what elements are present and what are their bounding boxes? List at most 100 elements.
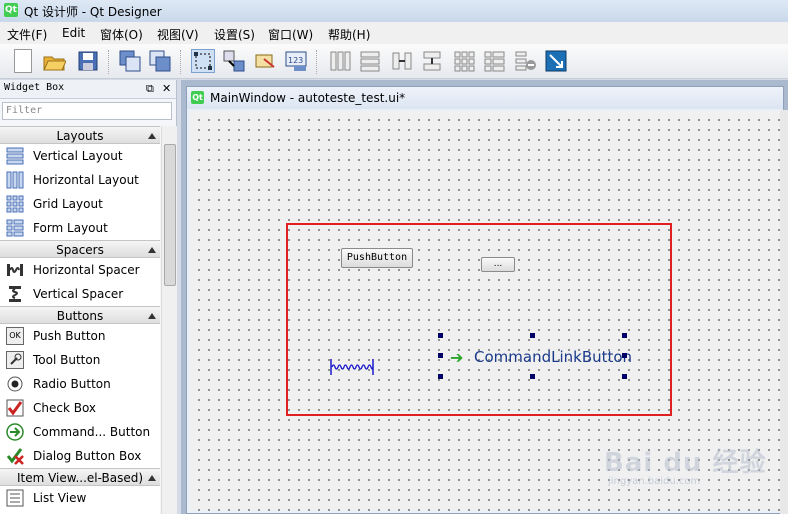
- collapse-icon: [148, 475, 156, 481]
- push-button-icon: OK: [6, 327, 24, 345]
- category-layouts[interactable]: Layouts: [0, 126, 160, 144]
- toolbar-separator: [316, 50, 319, 74]
- toolbar-separator: [108, 50, 111, 74]
- widget-box-title: Widget Box: [4, 82, 65, 93]
- watermark-logo: Bai du 经验: [604, 448, 767, 478]
- list-item[interactable]: Form Layout: [0, 216, 160, 240]
- break-layout-icon[interactable]: [514, 49, 538, 73]
- send-to-back-icon[interactable]: [118, 49, 142, 73]
- new-file-icon[interactable]: [14, 49, 32, 73]
- list-item-label: Check Box: [33, 401, 97, 415]
- collapse-icon: [148, 247, 156, 253]
- edit-buddies-icon[interactable]: [254, 49, 278, 73]
- horizontal-spacer-icon: [6, 261, 24, 279]
- list-item[interactable]: List View: [0, 486, 160, 510]
- toolbar-separator: [180, 50, 183, 74]
- menu-view[interactable]: 视图(V): [157, 26, 199, 43]
- lay-out-horizontally-splitter-icon[interactable]: [390, 49, 414, 73]
- list-item[interactable]: Horizontal Spacer: [0, 258, 160, 282]
- category-buttons[interactable]: Buttons: [0, 306, 160, 324]
- list-view-icon: [6, 489, 24, 507]
- menu-file[interactable]: 文件(F): [7, 26, 47, 43]
- widget-box-header: Widget Box ⧉ ✕: [0, 80, 176, 99]
- main-toolbar: 123: [0, 44, 788, 79]
- svg-text:123: 123: [288, 56, 303, 65]
- list-item[interactable]: Dialog Button Box: [0, 444, 160, 468]
- lay-out-grid-icon[interactable]: [452, 49, 476, 73]
- save-icon[interactable]: [76, 49, 100, 73]
- dialog-button-box-icon: [6, 447, 24, 465]
- category-label: Layouts: [56, 129, 104, 143]
- list-item-label: Horizontal Spacer: [33, 263, 140, 277]
- list-item[interactable]: OK Push Button: [0, 324, 160, 348]
- vertical-spacer-icon: [6, 285, 24, 303]
- subwindow-title-bar: Qt MainWindow - autoteste_test.ui*: [187, 87, 783, 109]
- lay-out-vertically-icon[interactable]: [358, 49, 382, 73]
- filter-input[interactable]: Filter: [2, 102, 172, 120]
- radio-button-icon: [6, 375, 24, 393]
- category-spacers[interactable]: Spacers: [0, 240, 160, 258]
- list-item-label: Grid Layout: [33, 197, 103, 211]
- scrollbar-thumb[interactable]: [164, 144, 176, 286]
- list-item[interactable]: Radio Button: [0, 372, 160, 396]
- edit-tab-order-icon[interactable]: 123: [284, 49, 308, 73]
- list-item[interactable]: Vertical Layout: [0, 144, 160, 168]
- horizontal-layout-icon: [6, 171, 24, 189]
- watermark-url: jingyan.baidu.com: [608, 476, 701, 487]
- lay-out-vertically-splitter-icon[interactable]: [420, 49, 444, 73]
- collapse-icon: [148, 133, 156, 139]
- list-item[interactable]: Horizontal Layout: [0, 168, 160, 192]
- menu-edit[interactable]: Edit: [62, 26, 85, 40]
- command-link-button-icon: [6, 423, 24, 441]
- list-item-label: Dialog Button Box: [33, 449, 142, 463]
- category-label: Item View...el-Based): [16, 471, 144, 485]
- list-item-label: Radio Button: [33, 377, 111, 391]
- lay-out-horizontally-icon[interactable]: [328, 49, 352, 73]
- list-item[interactable]: Vertical Spacer: [0, 282, 160, 306]
- list-item-label: List View: [33, 491, 87, 505]
- subwindow-title: MainWindow - autoteste_test.ui*: [210, 91, 406, 105]
- window-title: Qt 设计师 - Qt Designer: [24, 5, 162, 19]
- qt-logo-icon: Qt: [191, 91, 204, 104]
- list-item-label: Vertical Spacer: [33, 287, 124, 301]
- menu-settings[interactable]: 设置(S): [214, 26, 255, 43]
- open-folder-icon[interactable]: [42, 49, 67, 73]
- widget-box-dock: Widget Box ⧉ ✕ Filter Layouts Vertical L…: [0, 80, 177, 514]
- widget-list: Layouts Vertical Layout Horizontal Layou…: [0, 126, 160, 514]
- edit-widgets-icon[interactable]: [191, 49, 215, 73]
- list-item[interactable]: Grid Layout: [0, 192, 160, 216]
- title-bar: Qt Qt 设计师 - Qt Designer: [0, 0, 788, 22]
- form-layout-icon: [6, 219, 24, 237]
- list-item-label: Vertical Layout: [33, 149, 123, 163]
- qt-logo-icon: Qt: [4, 3, 18, 17]
- list-item[interactable]: Check Box: [0, 396, 160, 420]
- list-item-label: Horizontal Layout: [33, 173, 139, 187]
- list-item-label: Command... Button: [33, 425, 151, 439]
- tool-button-icon: [6, 351, 24, 369]
- list-item-label: Push Button: [33, 329, 106, 343]
- edit-signals-slots-icon[interactable]: [222, 49, 246, 73]
- check-box-icon: [6, 399, 24, 417]
- collapse-icon: [148, 313, 156, 319]
- float-dock-icon[interactable]: ⧉: [146, 82, 154, 96]
- bring-to-front-icon[interactable]: [148, 49, 172, 73]
- menu-help[interactable]: 帮助(H): [328, 26, 370, 43]
- menu-bar: 文件(F) Edit 窗体(O) 视图(V) 设置(S) 窗口(W) 帮助(H): [0, 22, 788, 44]
- lay-out-form-icon[interactable]: [482, 49, 506, 73]
- category-label: Buttons: [56, 309, 104, 323]
- category-label: Spacers: [56, 243, 104, 257]
- close-dock-icon[interactable]: ✕: [162, 82, 171, 95]
- baidu-watermark: Bai du 经验 jingyan.baidu.com: [602, 428, 788, 490]
- list-item-label: Tool Button: [33, 353, 101, 367]
- list-item-label: Form Layout: [33, 221, 108, 235]
- menu-form[interactable]: 窗体(O): [100, 26, 143, 43]
- menu-window[interactable]: 窗口(W): [268, 26, 313, 43]
- adjust-size-icon[interactable]: [544, 49, 568, 73]
- highlight-box: [286, 223, 672, 416]
- list-item[interactable]: Tool Button: [0, 348, 160, 372]
- category-item-views[interactable]: Item View...el-Based): [0, 468, 160, 486]
- list-item[interactable]: Command... Button: [0, 420, 160, 444]
- widget-box-scrollbar[interactable]: [161, 126, 177, 514]
- grid-layout-icon: [6, 195, 24, 213]
- vertical-layout-icon: [6, 147, 24, 165]
